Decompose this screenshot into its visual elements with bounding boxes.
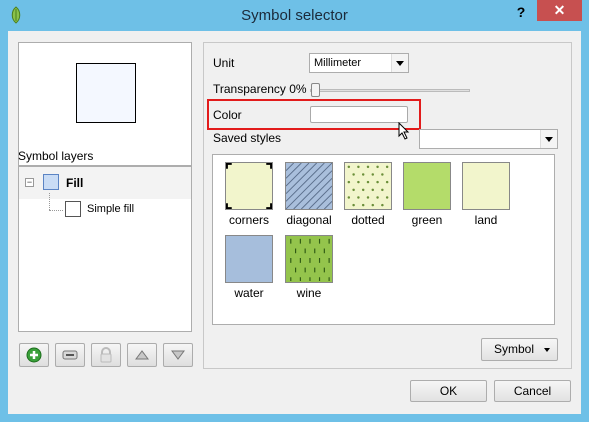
move-down-icon	[171, 350, 185, 360]
style-item-corners[interactable]: corners	[219, 159, 279, 229]
unit-label: Unit	[213, 56, 235, 70]
mouse-cursor-icon	[398, 122, 410, 140]
corners-swatch	[225, 162, 273, 210]
move-up-button[interactable]	[127, 343, 157, 367]
unit-value: Millimeter	[314, 57, 362, 69]
symbol-layers-label: Symbol layers	[18, 149, 94, 163]
tree-item-fill[interactable]: − Fill	[19, 167, 191, 199]
chevron-down-icon[interactable]	[391, 54, 408, 72]
style-label: wine	[296, 286, 322, 300]
window-title: Symbol selector	[241, 7, 348, 24]
tree-item-fill-label: Fill	[66, 176, 84, 190]
style-item-dotted[interactable]: dotted	[338, 159, 398, 229]
saved-styles-combobox[interactable]	[419, 129, 558, 149]
help-button[interactable]: ?	[510, 3, 532, 23]
simple-fill-icon[interactable]	[65, 201, 81, 217]
chevron-down-icon[interactable]	[540, 130, 557, 148]
wine-swatch	[285, 235, 333, 283]
style-item-water[interactable]: water	[219, 232, 279, 302]
add-layer-button[interactable]	[19, 343, 49, 367]
lock-layer-button[interactable]	[91, 343, 121, 367]
style-item-land[interactable]: land	[456, 159, 516, 229]
transparency-slider-track[interactable]	[310, 89, 470, 92]
tree-connector	[49, 210, 63, 211]
transparency-slider-handle[interactable]	[311, 83, 320, 97]
cancel-button[interactable]: Cancel	[494, 380, 571, 402]
collapse-icon[interactable]: −	[25, 178, 34, 187]
move-up-icon	[135, 350, 149, 360]
add-layer-icon	[26, 347, 42, 363]
style-label: dotted	[351, 213, 385, 227]
style-label: water	[234, 286, 264, 300]
dotted-swatch	[344, 162, 392, 210]
water-swatch	[225, 235, 273, 283]
style-label: green	[411, 213, 443, 227]
green-swatch	[403, 162, 451, 210]
style-label: corners	[228, 213, 269, 227]
tree-item-simple-fill[interactable]: Simple fill	[87, 203, 134, 215]
move-down-button[interactable]	[163, 343, 193, 367]
style-item-green[interactable]: green	[397, 159, 457, 229]
remove-layer-icon	[62, 350, 78, 360]
remove-layer-button[interactable]	[55, 343, 85, 367]
close-button[interactable]: ✕	[537, 0, 582, 21]
title-bar: Symbol selector ? ✕	[0, 0, 589, 31]
color-highlight-box	[207, 99, 421, 130]
symbol-menu-button[interactable]: Symbol	[481, 338, 558, 361]
symbol-preview	[18, 42, 192, 166]
symbol-selector-window: Symbol selector ? ✕ Symbol layers − Fill…	[0, 0, 589, 422]
tree-connector	[49, 193, 50, 210]
land-swatch	[462, 162, 510, 210]
transparency-label: Transparency 0%	[213, 82, 307, 96]
style-item-diagonal[interactable]: diagonal	[279, 159, 339, 229]
style-label: diagonal	[286, 213, 332, 227]
saved-styles-label: Saved styles	[213, 131, 282, 145]
preview-symbol	[76, 63, 136, 123]
symbol-layers-tree[interactable]: − Fill Simple fill	[18, 166, 192, 332]
symbol-properties-panel: Unit Millimeter Transparency 0% Color Sa…	[203, 42, 572, 369]
style-item-wine[interactable]: wine	[279, 232, 339, 302]
fill-symbol-icon	[43, 174, 59, 190]
diagonal-swatch	[285, 162, 333, 210]
dialog-body: Symbol layers − Fill Simple fill Unit Mi…	[8, 31, 581, 414]
lock-icon	[100, 347, 112, 363]
style-label: land	[474, 213, 498, 227]
ok-button[interactable]: OK	[410, 380, 487, 402]
unit-combobox[interactable]: Millimeter	[309, 53, 409, 73]
saved-styles-list[interactable]: corners diagonal dotted green land water…	[212, 154, 555, 325]
